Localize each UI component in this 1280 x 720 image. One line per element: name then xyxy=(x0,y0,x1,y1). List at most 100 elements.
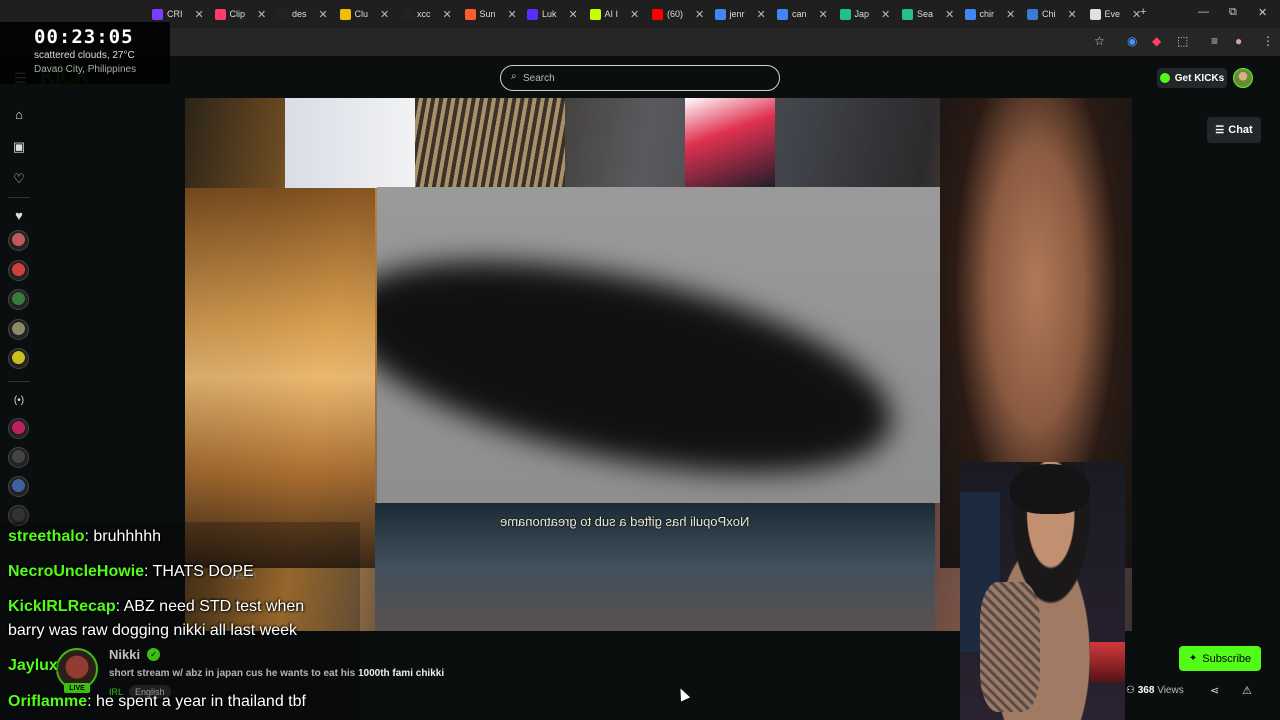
recommended-channel-avatar[interactable] xyxy=(8,476,29,497)
followed-channel-avatar[interactable] xyxy=(8,348,29,369)
tab-close-icon[interactable]: ✕ xyxy=(1006,8,1015,21)
browser-menu-icon[interactable]: ⋮ xyxy=(1262,34,1274,48)
tab-close-icon[interactable]: ✕ xyxy=(695,8,704,21)
tab-close-icon[interactable]: ✕ xyxy=(569,8,578,21)
chat-message: Oriflamme: he spent a year in thailand t… xyxy=(8,693,306,711)
browser-tab[interactable]: Eve ✕ xyxy=(1089,4,1141,24)
extensions-puzzle-icon[interactable]: ⬚ xyxy=(1177,34,1188,48)
tab-close-icon[interactable]: ✕ xyxy=(630,8,639,21)
chat-username[interactable]: Jaylux xyxy=(8,657,58,674)
reading-list-icon[interactable]: ≡ xyxy=(1211,34,1218,48)
browser-tab[interactable]: chir ✕ xyxy=(964,4,1015,24)
tab-close-icon[interactable]: ✕ xyxy=(443,8,452,21)
tab-close-icon[interactable]: ✕ xyxy=(195,8,204,21)
share-icon[interactable]: ⋖ xyxy=(1210,684,1219,697)
chat-text: he spent a year in thailand tbf xyxy=(91,693,306,710)
tab-label: xcc xyxy=(417,9,431,19)
extension-icon[interactable]: ◆ xyxy=(1152,34,1161,48)
tab-favicon-icon xyxy=(402,8,413,20)
chat-username[interactable]: streethalo xyxy=(8,528,84,545)
tab-favicon-icon xyxy=(527,8,538,20)
followed-channel-avatar[interactable] xyxy=(8,289,29,310)
chat-text: THATS DOPE xyxy=(148,563,254,580)
tab-label: AI I xyxy=(604,9,619,19)
recommended-channel-avatar[interactable] xyxy=(8,447,29,468)
restore-button[interactable]: ⧉ xyxy=(1229,6,1237,19)
tab-close-icon[interactable]: ✕ xyxy=(881,8,890,21)
subscribe-button[interactable]: ✦ Subscribe xyxy=(1179,646,1261,671)
chat-username[interactable]: NecroUncleHowie xyxy=(8,563,144,580)
tab-close-icon[interactable]: ✕ xyxy=(319,8,328,21)
censor-box xyxy=(377,187,940,503)
weather-text: scattered clouds, 27°C xyxy=(34,50,135,61)
chat-text: barry was raw dogging nikki all last wee… xyxy=(8,622,298,639)
recommended-channel-avatar[interactable] xyxy=(8,418,29,439)
chat-text: ABZ need STD test when xyxy=(120,598,305,615)
browser-tab[interactable]: CRI ✕ xyxy=(152,4,204,24)
tab-favicon-icon xyxy=(464,8,476,20)
tab-close-icon[interactable]: ✕ xyxy=(257,8,266,21)
browser-tab[interactable]: Sun ✕ xyxy=(464,4,517,24)
user-avatar[interactable] xyxy=(1233,68,1253,88)
tab-close-icon[interactable]: ✕ xyxy=(508,8,517,21)
tab-favicon-icon xyxy=(777,8,788,20)
followed-channel-avatar[interactable] xyxy=(8,230,29,251)
browser-tab[interactable]: jenr ✕ xyxy=(714,4,766,24)
tab-favicon-icon xyxy=(1089,8,1101,20)
viewer-count: ⚇ 368 Views xyxy=(1126,685,1184,696)
tab-favicon-icon xyxy=(714,8,726,20)
home-icon[interactable]: ⌂ xyxy=(11,107,27,122)
search-bar[interactable]: ⌕ xyxy=(500,65,780,91)
minimize-button[interactable]: — xyxy=(1198,6,1209,18)
viewer-number: 368 xyxy=(1137,685,1155,696)
profile-icon[interactable]: ● xyxy=(1235,34,1242,48)
tab-label: Clip xyxy=(229,9,246,19)
close-window-button[interactable]: ✕ xyxy=(1258,6,1267,19)
tab-close-icon[interactable]: ✕ xyxy=(757,8,766,21)
location-text: Davao City, Philippines xyxy=(34,64,137,75)
browser-tab[interactable]: Sea ✕ xyxy=(902,4,954,24)
tab-close-icon[interactable]: ✕ xyxy=(1068,8,1077,21)
chat-text: bruhhhhh xyxy=(88,528,161,545)
following-icon[interactable]: ♡ xyxy=(11,171,27,187)
browser-tab[interactable]: Luk ✕ xyxy=(527,4,578,24)
followed-channel-avatar[interactable] xyxy=(8,318,29,340)
clock-overlay: 00:23:05 scattered clouds, 27°C Davao Ci… xyxy=(0,22,170,84)
tab-label: CRI xyxy=(167,9,183,19)
report-icon[interactable]: ⚠ xyxy=(1242,684,1252,697)
browser-tab[interactable]: des ✕ xyxy=(277,4,328,24)
clock-time: 00:23:05 xyxy=(34,26,134,48)
browser-tab[interactable]: Clu ✕ xyxy=(339,4,389,24)
browser-tab[interactable]: (60) ✕ xyxy=(652,4,704,24)
browser-tab[interactable]: AI I ✕ xyxy=(589,4,639,24)
search-input[interactable] xyxy=(523,69,763,87)
new-tab-button[interactable]: + xyxy=(1140,6,1146,18)
browser-tab[interactable]: Jap ✕ xyxy=(839,4,890,24)
get-kicks-button[interactable]: Get KICKs xyxy=(1157,68,1227,88)
browser-tab[interactable]: Clip ✕ xyxy=(214,4,266,24)
chat-username[interactable]: KickIRLRecap xyxy=(8,598,116,615)
webcam-keyboard-light xyxy=(1090,642,1125,682)
chat-toggle-button[interactable]: ☰ Chat xyxy=(1207,117,1261,143)
tab-label: Jap xyxy=(854,9,870,19)
subscribe-label: Subscribe xyxy=(1202,652,1252,665)
browser-tab[interactable]: can ✕ xyxy=(777,4,828,24)
browser-tab[interactable]: xcc ✕ xyxy=(402,4,452,24)
tab-favicon-icon xyxy=(902,8,913,20)
tab-close-icon[interactable]: ✕ xyxy=(819,8,828,21)
tab-close-icon[interactable]: ✕ xyxy=(945,8,954,21)
extension-icon[interactable]: ◉ xyxy=(1127,34,1137,48)
video-scene-red-sign xyxy=(685,98,775,188)
browse-icon[interactable]: ▣ xyxy=(11,139,27,155)
chat-username[interactable]: Oriflamme xyxy=(8,693,87,710)
followed-channel-avatar[interactable] xyxy=(8,259,29,281)
kicks-icon xyxy=(1159,73,1170,83)
chat-message: KickIRLRecap: ABZ need STD test when xyxy=(8,598,304,616)
tab-close-icon[interactable]: ✕ xyxy=(380,8,389,21)
browser-tab[interactable]: Chi ✕ xyxy=(1027,4,1077,24)
chat-message: NecroUncleHowie: THATS DOPE xyxy=(8,563,254,581)
tab-favicon-icon xyxy=(339,8,351,20)
sidebar-divider xyxy=(8,381,30,382)
tab-label: Luk xyxy=(542,9,557,19)
bookmark-star-icon[interactable]: ☆ xyxy=(1094,34,1105,48)
